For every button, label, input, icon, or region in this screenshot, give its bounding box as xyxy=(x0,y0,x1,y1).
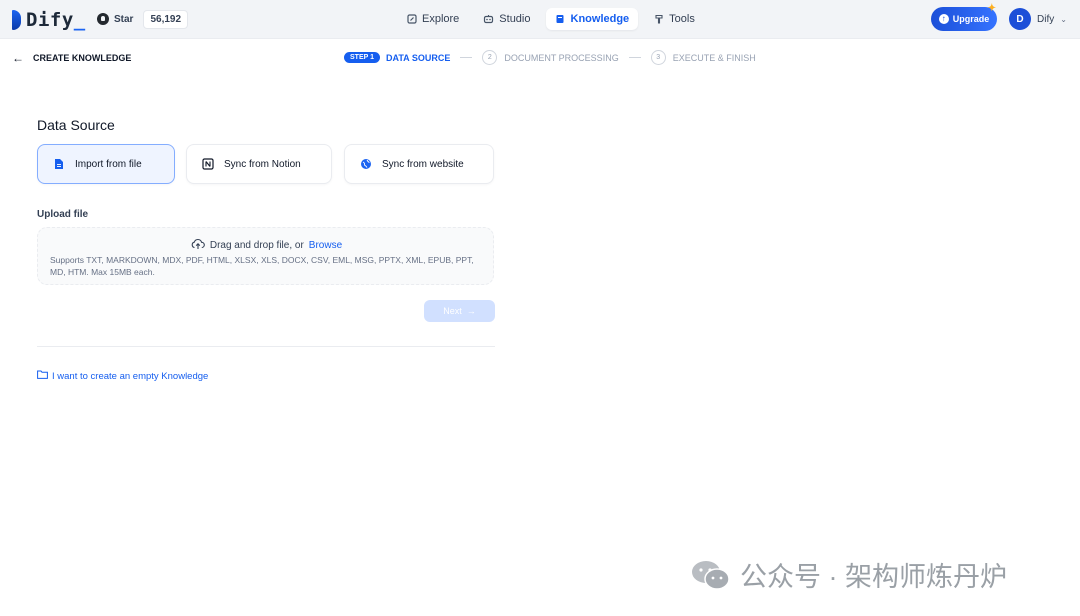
watermark-text: 公众号 · 架构师炼丹炉 xyxy=(740,562,1007,592)
create-empty-knowledge-label: I want to create an empty Knowledge xyxy=(52,370,209,382)
nav-explore-label: Explore xyxy=(422,13,460,25)
step-2-number: 2 xyxy=(482,50,498,65)
import-from-file-option[interactable]: Import from file xyxy=(37,144,175,184)
knowledge-icon xyxy=(555,14,566,25)
import-from-file-label: Import from file xyxy=(75,158,142,170)
sparkle-icon: ✦ xyxy=(987,3,996,14)
file-icon xyxy=(53,158,65,170)
notion-icon xyxy=(202,158,214,170)
github-star-count: 56,192 xyxy=(143,9,189,29)
upgrade-button[interactable]: ↑ Upgrade ✦ xyxy=(931,3,997,31)
page-title: CREATE KNOWLEDGE xyxy=(33,53,132,63)
data-source-title: Data Source xyxy=(37,117,115,133)
tools-icon xyxy=(653,14,664,25)
nav-knowledge[interactable]: Knowledge xyxy=(545,8,639,30)
step-1-label: DATA SOURCE xyxy=(386,52,451,63)
section-divider xyxy=(37,346,495,347)
avatar: D xyxy=(1009,8,1031,30)
next-button-label: Next xyxy=(443,306,462,316)
folder-icon xyxy=(37,370,48,382)
logo-mark-icon xyxy=(12,10,21,30)
wechat-icon xyxy=(690,559,732,591)
website-icon xyxy=(360,158,372,170)
step-2-label: DOCUMENT PROCESSING xyxy=(504,52,619,63)
sync-from-notion-label: Sync from Notion xyxy=(224,158,301,170)
nav-tools-label: Tools xyxy=(669,13,695,25)
file-dropzone[interactable]: Drag and drop file, or Browse Supports T… xyxy=(37,227,494,285)
github-star-button[interactable]: Star 56,192 xyxy=(97,9,189,29)
sync-from-notion-option[interactable]: Sync from Notion xyxy=(186,144,332,184)
browse-link[interactable]: Browse xyxy=(309,240,342,251)
back-to-knowledge[interactable]: ← CREATE KNOWLEDGE xyxy=(12,51,131,65)
dify-logo[interactable]: Dify_ xyxy=(12,9,86,31)
logo-underscore: _ xyxy=(73,9,86,31)
workspace-name: Dify xyxy=(1037,13,1055,25)
step-divider xyxy=(460,57,473,58)
cloud-upload-icon xyxy=(191,238,205,253)
nav-studio[interactable]: Studio xyxy=(474,8,539,30)
main-nav: Explore Studio Knowledge Tools xyxy=(397,8,704,30)
chevron-down-icon: ⌄ xyxy=(1060,14,1067,24)
studio-icon xyxy=(483,14,494,25)
account-menu[interactable]: D Dify ⌄ xyxy=(1009,8,1067,30)
upload-file-label: Upload file xyxy=(37,209,89,220)
step-divider xyxy=(628,57,641,58)
upgrade-arrow-icon: ↑ xyxy=(938,14,949,24)
watermark: 公众号 · 架构师炼丹炉 xyxy=(690,555,1007,594)
top-navigation-bar: Dify_ Star 56,192 Explore Studio Knowled… xyxy=(0,0,1080,39)
github-star-label: Star xyxy=(114,13,134,25)
explore-icon xyxy=(406,14,417,25)
github-icon xyxy=(97,13,109,25)
step-3-number: 3 xyxy=(650,50,666,65)
sync-from-website-label: Sync from website xyxy=(382,158,464,170)
nav-explore[interactable]: Explore xyxy=(397,8,468,30)
supported-formats-text: Supports TXT, MARKDOWN, MDX, PDF, HTML, … xyxy=(50,255,474,277)
sync-from-website-option[interactable]: Sync from website xyxy=(344,144,494,184)
nav-tools[interactable]: Tools xyxy=(644,8,704,30)
step-1-badge: STEP 1 xyxy=(344,52,380,63)
next-button[interactable]: Next → xyxy=(424,300,495,322)
step-3-label: EXECUTE & FINISH xyxy=(672,52,756,63)
back-arrow-icon: ← xyxy=(12,51,24,65)
upgrade-label: Upgrade xyxy=(952,14,990,24)
drop-instruction: Drag and drop file, or xyxy=(209,240,304,251)
logo-text: Dify xyxy=(26,9,74,31)
step-indicator: STEP 1 DATA SOURCE 2 DOCUMENT PROCESSING… xyxy=(344,50,756,65)
create-empty-knowledge-link[interactable]: I want to create an empty Knowledge xyxy=(37,370,208,382)
nav-knowledge-label: Knowledge xyxy=(570,13,630,25)
nav-studio-label: Studio xyxy=(499,13,531,25)
arrow-right-icon: → xyxy=(466,306,476,316)
